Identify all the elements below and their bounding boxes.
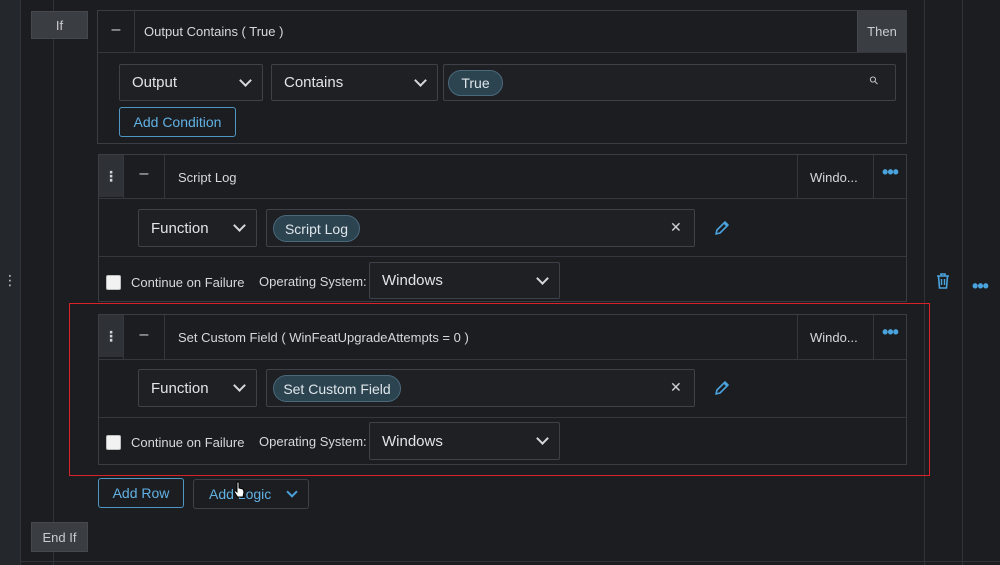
right-divider-2 [962,0,963,565]
chevron-down-icon [233,219,246,232]
function-chip[interactable]: Set Custom Field [273,375,401,402]
function-chip[interactable]: Script Log [273,215,360,242]
delete-trash-icon[interactable] [935,272,951,290]
condition-field-select[interactable]: Output [119,64,263,101]
step-sep [123,155,124,198]
add-logic-button[interactable]: Add Logic [193,479,309,509]
row-more-options-icon[interactable]: ••• [966,277,994,295]
clear-icon[interactable]: ✕ [670,219,682,236]
continue-on-failure-checkbox[interactable] [106,435,121,450]
chevron-down-icon [536,271,549,285]
step-drag-handle-icon[interactable]: ⋮ [99,155,123,197]
operating-system-value: Windows [382,272,443,289]
step-type-value: Function [151,379,209,397]
condition-value-input[interactable] [443,64,896,101]
operating-system-label: Operating System: [259,434,367,449]
step-sep [123,315,124,359]
condition-header-divider [97,52,907,53]
if-label: If [31,11,88,39]
condition-field-value: Output [132,74,178,91]
step-drag-handle-icon[interactable]: ⋮ [99,315,123,357]
step-title: Set Custom Field ( WinFeatUpgradeAttempt… [178,330,469,345]
continue-on-failure-label: Continue on Failure [131,275,245,290]
collapse-step-icon[interactable]: – [136,327,152,343]
continue-on-failure-label: Continue on Failure [131,435,245,450]
edit-pencil-icon[interactable] [713,379,731,397]
condition-operator-value: Contains [284,74,344,91]
more-options-icon[interactable]: ••• [876,323,904,341]
step-header-divider [99,198,906,199]
step-type-value: Function [151,219,209,237]
bottom-divider [21,561,1000,562]
mouse-cursor-icon [233,481,245,498]
step-row-divider [99,417,906,418]
condition-title: Output Contains ( True ) [144,24,284,39]
step-sep [797,315,798,359]
clear-icon[interactable]: ✕ [670,379,682,396]
operating-system-select[interactable]: Windows [369,422,560,460]
condition-header-sep [134,10,135,52]
collapse-step-icon[interactable]: – [136,166,152,182]
operating-system-value: Windows [382,432,443,450]
chevron-down-icon [414,73,427,87]
step-os-short: Windo... [810,170,858,185]
chevron-down-icon [536,432,549,445]
operating-system-select[interactable]: Windows [369,262,560,299]
chevron-down-icon [286,486,298,498]
condition-operator-select[interactable]: Contains [271,64,438,101]
step-header-divider [99,359,906,360]
step-title: Script Log [178,170,237,185]
step-type-select[interactable]: Function [138,369,257,407]
step-sep [873,315,874,359]
chevron-down-icon [233,379,246,392]
step-row-divider [99,256,906,257]
collapse-condition-icon[interactable]: – [108,22,124,38]
add-condition-button[interactable]: Add Condition [119,107,236,137]
end-if-label: End If [31,522,88,552]
then-label: Then [857,11,906,52]
chevron-down-icon [239,73,252,87]
right-divider [924,0,925,565]
step-os-short: Windo... [810,330,858,345]
step-type-select[interactable]: Function [138,209,257,247]
step-sep [164,315,165,359]
edit-pencil-icon[interactable] [713,219,731,237]
condition-value-chip[interactable]: True [448,70,503,96]
operating-system-label: Operating System: [259,274,367,289]
step-sep [873,155,874,198]
more-options-icon[interactable]: ••• [876,163,904,181]
step-sep [164,155,165,198]
if-connector-line [53,0,54,565]
continue-on-failure-checkbox[interactable] [106,275,121,290]
add-row-button[interactable]: Add Row [98,478,184,508]
step-sep [797,155,798,198]
rail-drag-handle-icon[interactable]: ⋮ [3,272,17,288]
